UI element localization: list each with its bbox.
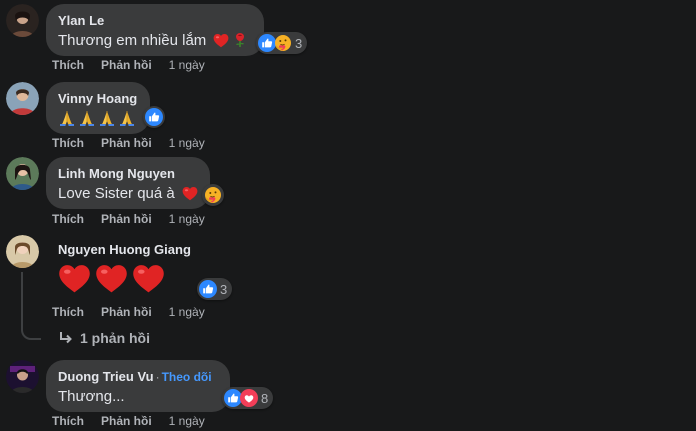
big-hearts-row [58,263,204,294]
comment-author[interactable]: Vinny Hoang [58,91,138,107]
like-action[interactable]: Thích [52,212,84,226]
reaction-count: 3 [220,281,228,297]
reaction-count: 3 [295,35,303,51]
comment-author[interactable]: Ylan Le [58,13,252,29]
avatar[interactable] [6,4,39,37]
reply-action[interactable]: Phản hồi [101,212,152,226]
comment-text-content: Thương em nhiều lắm [58,32,207,49]
view-replies-link[interactable]: 1 phản hồi [58,330,150,346]
reply-action[interactable]: Phản hồi [101,136,152,150]
comment-author[interactable]: Linh Mong Nguyen [58,166,198,182]
heart-emoji [58,263,91,294]
care-reaction-icon [274,34,292,52]
reply-thread-connector [21,272,41,340]
comment-actions: Thích Phản hồi 1 ngày [52,414,205,428]
rose-emoji [232,32,248,48]
comment-bubble: Linh Mong Nguyen Love Sister quá à [46,157,210,209]
comment-text: Thương... [58,388,125,405]
replies-count-label[interactable]: 1 phản hồi [80,330,150,346]
heart-emoji [213,33,229,48]
reaction-summary[interactable]: 3 [197,278,233,300]
comment-actions: Thích Phản hồi 1 ngày [52,212,205,226]
reaction-summary[interactable]: 8 [222,387,274,409]
avatar[interactable] [6,235,39,268]
pray-icon [118,109,136,127]
heart-emoji [132,263,165,294]
comment-actions: Thích Phản hồi 1 ngày [52,305,205,319]
reaction-summary[interactable]: 3 [256,32,308,54]
like-reaction-icon [199,280,217,298]
like-action[interactable]: Thích [52,305,84,319]
pray-icon [78,109,96,127]
reply-action[interactable]: Phản hồi [101,305,152,319]
pray-emoji-row [58,109,136,127]
comment-timestamp[interactable]: 1 ngày [169,58,205,72]
care-reaction-icon [204,186,222,204]
reaction-count: 8 [261,390,269,406]
comment-actions: Thích Phản hồi 1 ngày [52,58,205,72]
comment-text: Thương em nhiều lắm [58,31,252,51]
avatar[interactable] [6,157,39,190]
follow-button[interactable]: Theo dõi [162,370,212,384]
pray-icon [58,109,76,127]
like-action[interactable]: Thích [52,136,84,150]
comment-text-content: Love Sister quá à [58,185,175,202]
comment-timestamp[interactable]: 1 ngày [169,305,205,319]
comment-timestamp[interactable]: 1 ngày [169,136,205,150]
comment-bubble: Ylan Le Thương em nhiều lắm [46,4,264,56]
heart-emoji [95,263,128,294]
separator-dot: · [155,370,160,384]
like-reaction-icon [145,108,163,126]
comment-text: Love Sister quá à [58,184,198,204]
comment-timestamp[interactable]: 1 ngày [169,414,205,428]
comment-bubble: Vinny Hoang 🙏🙏🙏🙏 [46,82,150,134]
comment-author: Duong Trieu Vu · Theo dõi [58,369,218,385]
avatar[interactable] [6,360,39,393]
like-action[interactable]: Thích [52,414,84,428]
comment-thread: Ylan Le Thương em nhiều lắm 3 Thích Phản… [0,0,696,431]
comment-author-name[interactable]: Duong Trieu Vu [58,369,154,384]
reply-arrow-icon [60,332,72,344]
love-reaction-icon [240,389,258,407]
heart-emoji [182,186,198,201]
comment-bubble: Nguyen Huong Giang ❤❤❤ [46,235,216,301]
comment-bubble: Duong Trieu Vu · Theo dõi Thương... [46,360,230,412]
reaction-summary[interactable] [202,184,224,206]
comment-actions: Thích Phản hồi 1 ngày [52,136,205,150]
comment-author[interactable]: Nguyen Huong Giang [58,242,204,258]
reaction-summary[interactable] [143,106,165,128]
pray-icon [98,109,116,127]
like-action[interactable]: Thích [52,58,84,72]
comment-text: 🙏🙏🙏🙏 [58,109,138,130]
reply-action[interactable]: Phản hồi [101,58,152,72]
avatar[interactable] [6,82,39,115]
reply-action[interactable]: Phản hồi [101,414,152,428]
comment-timestamp[interactable]: 1 ngày [169,212,205,226]
